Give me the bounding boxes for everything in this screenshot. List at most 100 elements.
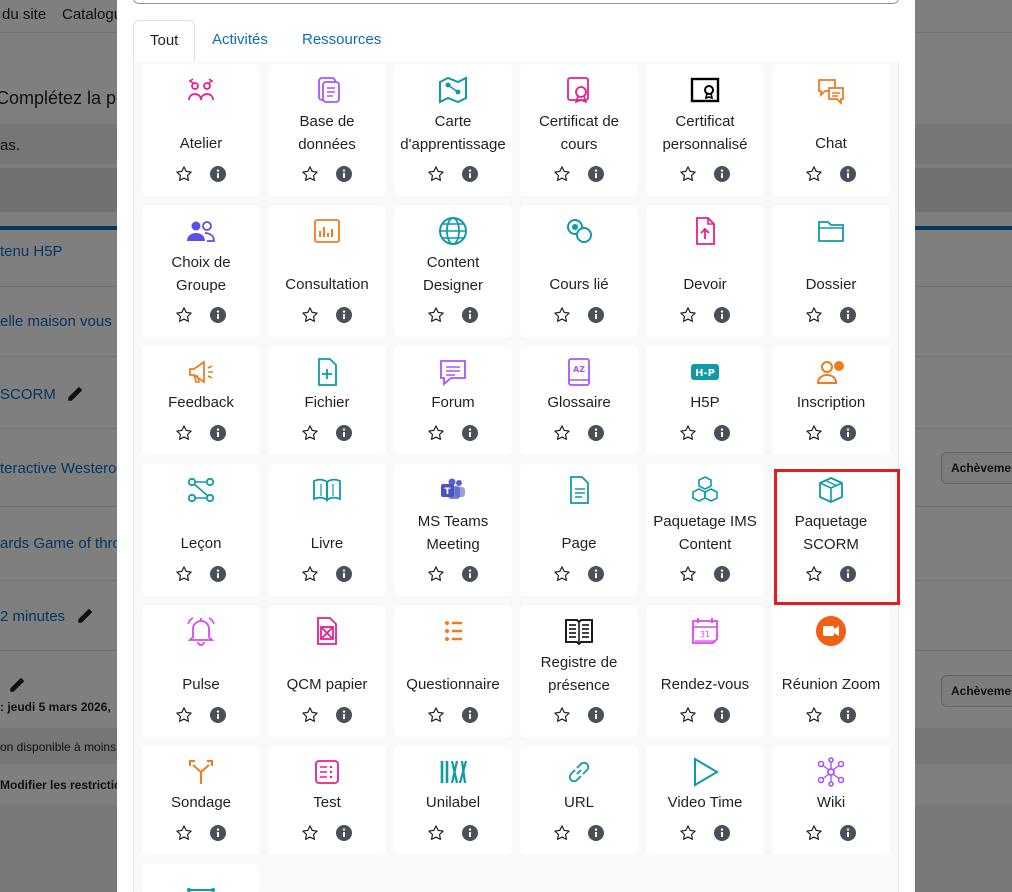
info-icon[interactable] — [336, 566, 352, 582]
module-card-atelier[interactable]: Atelier — [142, 64, 260, 196]
star-icon[interactable] — [175, 565, 193, 583]
star-icon[interactable] — [427, 824, 445, 842]
info-icon[interactable] — [336, 307, 352, 323]
module-card-questionnaire[interactable]: Questionnaire — [394, 605, 512, 737]
star-icon[interactable] — [175, 165, 193, 183]
info-icon[interactable] — [840, 707, 856, 723]
module-card-paquetage-ims-content[interactable]: Paquetage IMS Content — [646, 464, 764, 596]
info-icon[interactable] — [462, 707, 478, 723]
module-card-le-on[interactable]: Leçon — [142, 464, 260, 596]
info-icon[interactable] — [462, 566, 478, 582]
info-icon[interactable] — [840, 425, 856, 441]
info-icon[interactable] — [588, 166, 604, 182]
star-icon[interactable] — [805, 824, 823, 842]
info-icon[interactable] — [336, 707, 352, 723]
info-icon[interactable] — [210, 166, 226, 182]
module-card-url[interactable]: URL — [520, 746, 638, 855]
info-icon[interactable] — [840, 825, 856, 841]
star-icon[interactable] — [553, 565, 571, 583]
star-icon[interactable] — [175, 824, 193, 842]
module-card-livre[interactable]: Livre — [268, 464, 386, 596]
module-card-content-designer[interactable]: Content Designer — [394, 205, 512, 337]
star-icon[interactable] — [427, 424, 445, 442]
info-icon[interactable] — [840, 166, 856, 182]
star-icon[interactable] — [679, 306, 697, 324]
star-icon[interactable] — [553, 424, 571, 442]
star-icon[interactable] — [301, 565, 319, 583]
star-icon[interactable] — [553, 165, 571, 183]
info-icon[interactable] — [714, 307, 730, 323]
star-icon[interactable] — [805, 424, 823, 442]
star-icon[interactable] — [805, 306, 823, 324]
star-icon[interactable] — [427, 165, 445, 183]
star-icon[interactable] — [301, 706, 319, 724]
module-card-qcm-papier[interactable]: QCM papier — [268, 605, 386, 737]
module-card-cours-li[interactable]: Cours lié — [520, 205, 638, 337]
info-icon[interactable] — [210, 566, 226, 582]
tab-resources[interactable]: Ressources — [286, 20, 397, 62]
star-icon[interactable] — [427, 706, 445, 724]
info-icon[interactable] — [462, 825, 478, 841]
info-icon[interactable] — [462, 425, 478, 441]
info-icon[interactable] — [840, 307, 856, 323]
module-card-choix-de-groupe[interactable]: Choix de Groupe — [142, 205, 260, 337]
star-icon[interactable] — [679, 565, 697, 583]
info-icon[interactable] — [714, 825, 730, 841]
module-card-next[interactable] — [142, 864, 260, 892]
module-card-video-time[interactable]: Video Time — [646, 746, 764, 855]
star-icon[interactable] — [301, 824, 319, 842]
star-icon[interactable] — [679, 424, 697, 442]
module-card-unilabel[interactable]: Unilabel — [394, 746, 512, 855]
module-card-forum[interactable]: Forum — [394, 346, 512, 455]
module-card-carte-d-apprentissage[interactable]: Carte d'apprentissage — [394, 64, 512, 196]
info-icon[interactable] — [210, 307, 226, 323]
module-card-registre-de-pr-sence[interactable]: Registre de présence — [520, 605, 638, 737]
info-icon[interactable] — [588, 307, 604, 323]
star-icon[interactable] — [805, 165, 823, 183]
module-card-wiki[interactable]: Wiki — [772, 746, 890, 855]
module-card-fichier[interactable]: Fichier — [268, 346, 386, 455]
search-input[interactable] — [133, 0, 899, 4]
module-card-pulse[interactable]: Pulse — [142, 605, 260, 737]
star-icon[interactable] — [427, 565, 445, 583]
star-icon[interactable] — [679, 706, 697, 724]
module-card-r-union-zoom[interactable]: Réunion Zoom — [772, 605, 890, 737]
star-icon[interactable] — [175, 306, 193, 324]
info-icon[interactable] — [336, 825, 352, 841]
info-icon[interactable] — [714, 566, 730, 582]
module-card-glossaire[interactable]: AZ Glossaire — [520, 346, 638, 455]
star-icon[interactable] — [175, 424, 193, 442]
module-card-sondage[interactable]: Sondage — [142, 746, 260, 855]
module-card-certificat-personnalis[interactable]: Certificat personnalisé — [646, 64, 764, 196]
info-icon[interactable] — [462, 166, 478, 182]
info-icon[interactable] — [336, 166, 352, 182]
module-card-page[interactable]: Page — [520, 464, 638, 596]
star-icon[interactable] — [553, 824, 571, 842]
module-card-consultation[interactable]: Consultation — [268, 205, 386, 337]
info-icon[interactable] — [588, 825, 604, 841]
module-card-rendez-vous[interactable]: 31 Rendez-vous — [646, 605, 764, 737]
star-icon[interactable] — [805, 706, 823, 724]
module-card-chat[interactable]: Chat — [772, 64, 890, 196]
module-card-dossier[interactable]: Dossier — [772, 205, 890, 337]
tab-all[interactable]: Tout — [133, 20, 196, 63]
star-icon[interactable] — [679, 824, 697, 842]
module-card-certificat-de-cours[interactable]: Certificat de cours — [520, 64, 638, 196]
module-card-feedback[interactable]: Feedback — [142, 346, 260, 455]
star-icon[interactable] — [301, 306, 319, 324]
info-icon[interactable] — [714, 707, 730, 723]
info-icon[interactable] — [462, 307, 478, 323]
info-icon[interactable] — [714, 166, 730, 182]
module-card-test[interactable]: Test — [268, 746, 386, 855]
module-card-devoir[interactable]: Devoir — [646, 205, 764, 337]
info-icon[interactable] — [210, 707, 226, 723]
module-card-ms-teams-meeting[interactable]: T MS Teams Meeting — [394, 464, 512, 596]
star-icon[interactable] — [301, 165, 319, 183]
info-icon[interactable] — [714, 425, 730, 441]
star-icon[interactable] — [553, 306, 571, 324]
tab-activities[interactable]: Activités — [196, 20, 284, 62]
module-card-base-de-donn-es[interactable]: Base de données — [268, 64, 386, 196]
star-icon[interactable] — [679, 165, 697, 183]
info-icon[interactable] — [210, 825, 226, 841]
module-card-inscription[interactable]: Inscription — [772, 346, 890, 455]
